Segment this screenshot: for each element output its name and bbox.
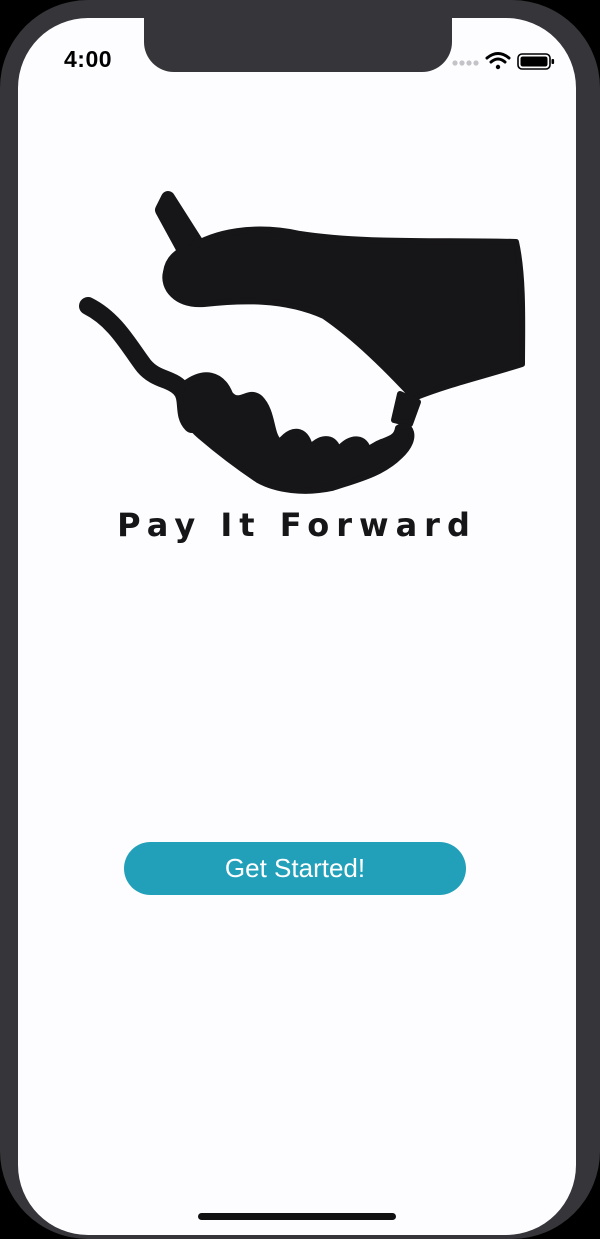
home-indicator[interactable]	[198, 1213, 396, 1220]
status-icons	[452, 52, 555, 70]
device-notch	[144, 18, 452, 72]
handshake-icon	[79, 191, 526, 494]
app-logo-title: Pay It Forward	[117, 506, 477, 544]
device-frame: 4:00 Pay It Forward Get Started!	[0, 0, 600, 1239]
wifi-icon	[485, 52, 511, 70]
status-time: 4:00	[64, 46, 113, 72]
get-started-button[interactable]: Get Started!	[124, 842, 466, 895]
signal-dots-icon	[452, 60, 479, 66]
battery-icon	[517, 53, 555, 70]
app-screen: 4:00 Pay It Forward Get Started!	[18, 18, 576, 1235]
